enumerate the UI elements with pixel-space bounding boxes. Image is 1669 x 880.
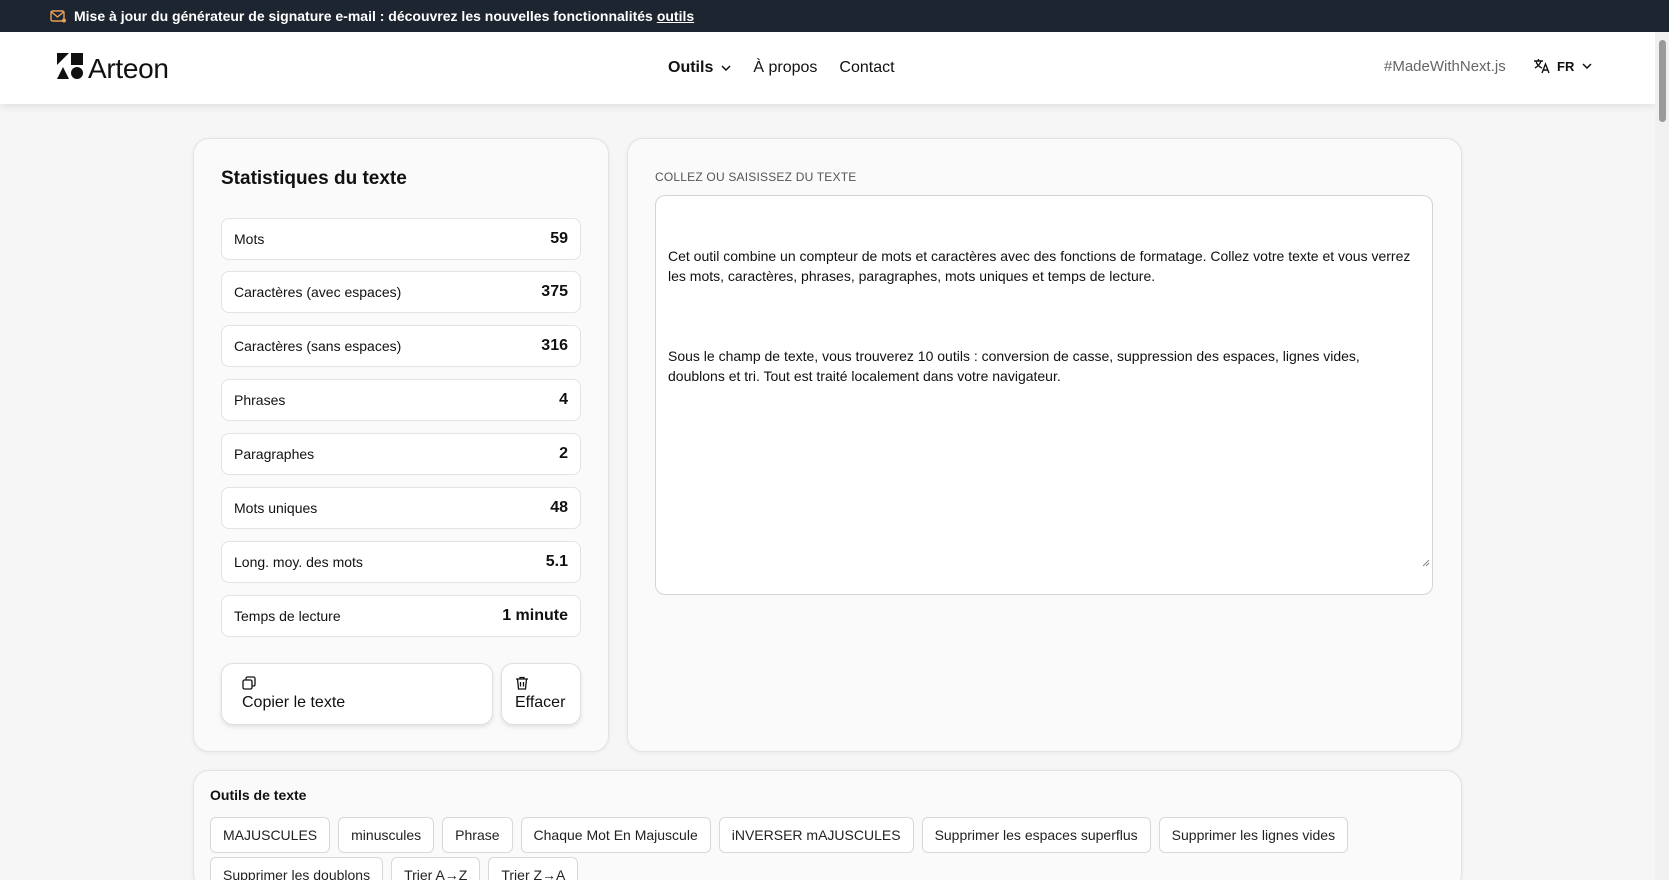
tool-row: MAJUSCULES minuscules Phrase Chaque Mot … [210, 817, 1356, 853]
stat-label: Caractères (sans espaces) [234, 338, 402, 354]
text-tools-title: Outils de texte [210, 787, 307, 803]
scrollbar-thumb[interactable] [1659, 40, 1666, 122]
stats-card: Statistiques du texte Mots 59 Caractères… [193, 138, 609, 752]
stat-value: 316 [541, 337, 568, 354]
stat-row-mots-uniques: Mots uniques 48 [221, 487, 581, 529]
made-with-link[interactable]: #MadeWithNext.js [1384, 58, 1506, 75]
stat-value: 4 [559, 391, 568, 408]
stat-label: Mots uniques [234, 500, 318, 516]
stat-row-paragraphes: Paragraphes 2 [221, 433, 581, 475]
tool-button-remove-empty-lines[interactable]: Supprimer les lignes vides [1158, 817, 1349, 853]
nav-item-label: À propos [753, 59, 818, 76]
logo-icon [56, 52, 84, 85]
stat-label: Mots [234, 231, 265, 247]
announcement-link[interactable]: outils [657, 8, 694, 24]
stat-label: Temps de lecture [234, 608, 341, 624]
language-selector[interactable]: FR [1533, 58, 1592, 74]
site-header: Arteon Outils À propos Contact #MadeWith… [0, 32, 1655, 104]
stat-row-long-moy: Long. moy. des mots 5.1 [221, 541, 581, 583]
copy-text-label: Copier le texte [242, 694, 346, 711]
chevron-down-icon [721, 65, 731, 71]
stat-value: 1 minute [502, 607, 568, 624]
logo-text: Arteon [88, 52, 169, 84]
copy-text-button[interactable]: Copier le texte [221, 663, 493, 725]
text-input-area[interactable]: Cet outil combine un compteur de mots et… [655, 195, 1433, 595]
tool-button-sentence-case[interactable]: Phrase [442, 817, 513, 853]
text-tools-card: Outils de texte MAJUSCULES minuscules Ph… [193, 770, 1462, 880]
stat-value: 375 [541, 283, 568, 300]
tool-button-sort-desc[interactable]: Trier Z→A [488, 857, 579, 880]
clear-button[interactable]: Effacer [501, 663, 581, 725]
text-paragraph: Sous le champ de texte, vous trouverez 1… [668, 348, 1364, 384]
trash-icon [515, 676, 580, 690]
tool-button-sort-asc[interactable]: Trier A→Z [391, 857, 481, 880]
translate-icon [1533, 58, 1551, 74]
stat-value: 48 [550, 499, 568, 516]
text-paragraph: Cet outil combine un compteur de mots et… [668, 248, 1415, 284]
tool-button-remove-spaces[interactable]: Supprimer les espaces superflus [921, 817, 1151, 853]
tool-button-uppercase[interactable]: MAJUSCULES [210, 817, 331, 853]
stat-label: Long. moy. des mots [234, 554, 363, 570]
stat-label: Paragraphes [234, 446, 315, 462]
tool-button-lowercase[interactable]: minuscules [338, 817, 435, 853]
tool-button-title-case[interactable]: Chaque Mot En Majuscule [520, 817, 711, 853]
announcement-text: Mise à jour du générateur de signature e… [74, 8, 653, 24]
stat-row-caracteres-avec-espaces: Caractères (avec espaces) 375 [221, 271, 581, 313]
announcement-bar: Mise à jour du générateur de signature e… [0, 0, 1669, 32]
text-input-card: COLLEZ OU SAISISSEZ DU TEXTE Cet outil c… [627, 138, 1462, 752]
stat-label: Caractères (avec espaces) [234, 284, 402, 300]
stat-label: Phrases [234, 392, 286, 408]
nav-item-contact[interactable]: Contact [839, 59, 894, 77]
scrollbar-track[interactable] [1655, 32, 1669, 880]
stat-value: 5.1 [545, 553, 568, 570]
copy-icon [242, 676, 492, 690]
stat-value: 59 [550, 230, 568, 247]
nav-item-label: Outils [668, 59, 714, 76]
stat-row-mots: Mots 59 [221, 218, 581, 260]
clear-label: Effacer [515, 694, 566, 711]
text-input-label: COLLEZ OU SAISISSEZ DU TEXTE [655, 170, 857, 184]
stat-row-caracteres-sans-espaces: Caractères (sans espaces) 316 [221, 325, 581, 367]
tool-button-remove-duplicates[interactable]: Supprimer les doublons [210, 857, 384, 880]
stats-title: Statistiques du texte [221, 168, 407, 189]
language-label: FR [1557, 58, 1575, 74]
stat-row-phrases: Phrases 4 [221, 379, 581, 421]
stat-row-temps-lecture: Temps de lecture 1 minute [221, 595, 581, 637]
stat-value: 2 [559, 445, 568, 462]
nav-item-label: Contact [839, 59, 895, 76]
logo[interactable]: Arteon [56, 52, 169, 85]
nav-item-outils[interactable]: Outils [668, 59, 731, 77]
nav-item-a-propos[interactable]: À propos [753, 59, 817, 77]
main-nav: Outils À propos Contact [668, 32, 917, 104]
tool-button-invert-case[interactable]: iNVERSER mAJUSCULES [718, 817, 914, 853]
tool-row: Supprimer les doublons Trier A→Z Trier Z… [210, 857, 586, 880]
chevron-down-icon [1582, 63, 1592, 69]
resize-handle-icon[interactable] [1397, 532, 1430, 592]
mail-icon [50, 9, 66, 23]
